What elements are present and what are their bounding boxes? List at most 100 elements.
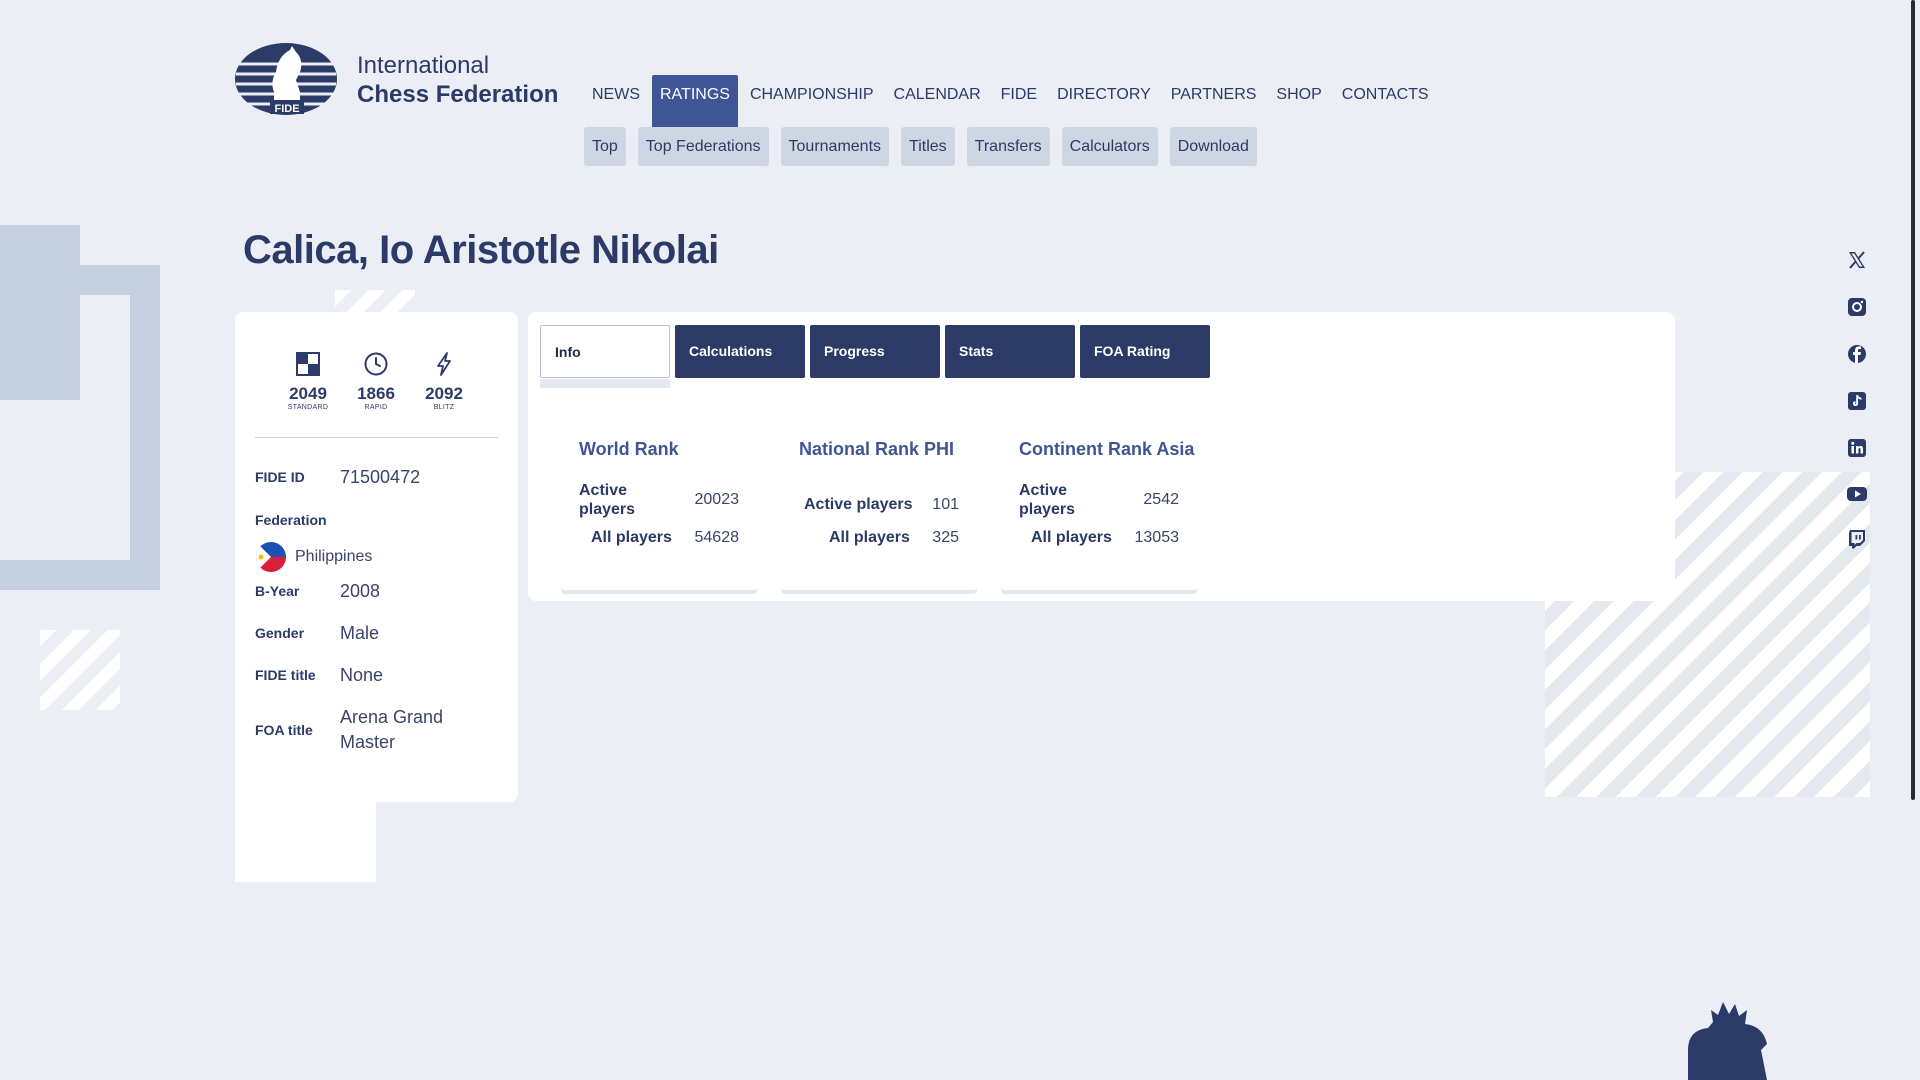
tab-foa-rating[interactable]: FOA Rating — [1080, 325, 1210, 378]
nav-partners[interactable]: PARTNERS — [1163, 75, 1265, 127]
fide-id-row: FIDE ID 71500472 — [255, 462, 420, 492]
x-icon[interactable] — [1846, 249, 1868, 271]
lightning-icon — [437, 352, 451, 376]
continent-all-value: 13053 — [1134, 529, 1180, 546]
twitch-icon[interactable] — [1846, 528, 1868, 550]
scrollbar-thumb[interactable] — [1911, 0, 1915, 800]
fide-title-label: FIDE title — [255, 667, 316, 683]
youtube-icon[interactable] — [1846, 483, 1868, 505]
profile-card: 2049 STANDARD 1866 RAPID 2092 BLITZ FIDE… — [235, 312, 518, 802]
clock-icon — [364, 352, 388, 376]
instagram-icon[interactable] — [1846, 296, 1868, 318]
subnav-titles[interactable]: Titles — [901, 127, 955, 166]
gender-row: Gender Male — [255, 618, 379, 648]
continent-rank-active-row: Active players 2542 — [1019, 481, 1179, 519]
rapid-rating-label: RAPID — [364, 404, 388, 411]
national-active-label: Active players — [804, 496, 913, 513]
world-active-value: 20023 — [694, 491, 740, 508]
fide-logo-icon: FIDE — [235, 43, 337, 115]
main-nav: NEWS RATINGS CHAMPIONSHIP CALENDAR FIDE … — [584, 75, 1437, 127]
federation-value: Philippines — [295, 548, 373, 565]
nav-news[interactable]: NEWS — [584, 75, 648, 127]
world-all-label: All players — [591, 529, 672, 546]
byear-label: B-Year — [255, 583, 300, 599]
world-all-value: 54628 — [694, 529, 740, 546]
nav-shop[interactable]: SHOP — [1268, 75, 1329, 127]
fide-id-value: 71500472 — [340, 466, 421, 487]
national-active-value: 101 — [932, 496, 959, 513]
world-active-label: Active players — [579, 482, 636, 518]
page-scrollbar[interactable] — [1906, 0, 1920, 1080]
byear-row: B-Year 2008 — [255, 576, 380, 606]
world-rank-all-row: All players 54628 — [591, 529, 739, 547]
decor-hatch-small — [40, 630, 120, 710]
nav-contacts[interactable]: CONTACTS — [1334, 75, 1437, 127]
details-panel: Info Calculations Progress Stats FOA Rat… — [528, 312, 1675, 601]
nav-fide[interactable]: FIDE — [993, 75, 1045, 127]
byear-value: 2008 — [340, 580, 381, 601]
tab-underline — [540, 379, 670, 388]
tab-progress[interactable]: Progress — [810, 325, 940, 378]
linkedin-icon[interactable] — [1846, 437, 1868, 459]
tiktok-icon[interactable] — [1846, 390, 1868, 412]
fide-title-value: None — [340, 664, 384, 685]
gender-value: Male — [340, 622, 380, 643]
continent-rank-all-row: All players 13053 — [1031, 529, 1179, 547]
foa-title-label: FOA title — [255, 722, 313, 738]
rating-blitz: 2092 BLITZ — [412, 352, 476, 411]
sub-nav: Top Top Federations Tournaments Titles T… — [584, 127, 1257, 166]
nav-calendar[interactable]: CALENDAR — [886, 75, 989, 127]
decor-frame — [0, 265, 160, 590]
continent-rank-box: Continent Rank Asia Active players 2542 … — [999, 439, 1199, 590]
subnav-download[interactable]: Download — [1169, 127, 1257, 166]
decor-hatch-top — [335, 290, 415, 312]
subnav-top[interactable]: Top — [584, 127, 626, 166]
blitz-rating-label: BLITZ — [433, 404, 455, 411]
world-rank-title: World Rank — [579, 439, 679, 459]
nav-ratings[interactable]: RATINGS — [652, 75, 738, 127]
subnav-calculators[interactable]: Calculators — [1061, 127, 1158, 166]
federation-row: Philippines — [255, 540, 372, 574]
king-piece-icon — [1683, 1000, 1773, 1080]
national-rank-box: National Rank PHI Active players 101 All… — [779, 439, 979, 590]
page-title: Calica, Io Aristotle Nikolai — [243, 228, 719, 272]
national-all-value: 325 — [932, 529, 959, 546]
logo-line-2: Chess Federation — [357, 81, 559, 108]
federation-label: Federation — [255, 512, 327, 528]
svg-text:FIDE: FIDE — [274, 103, 299, 115]
subnav-transfers[interactable]: Transfers — [966, 127, 1050, 166]
card-divider — [255, 437, 498, 438]
rating-standard: 2049 STANDARD — [276, 352, 340, 411]
subnav-tournaments[interactable]: Tournaments — [780, 127, 890, 166]
philippines-flag-icon — [256, 542, 286, 572]
facebook-icon[interactable] — [1846, 343, 1868, 365]
world-rank-box: World Rank Active players 20023 All play… — [559, 439, 759, 590]
nav-directory[interactable]: DIRECTORY — [1049, 75, 1159, 127]
world-rank-active-row: Active players 20023 — [579, 481, 739, 519]
standard-rating-label: STANDARD — [287, 404, 329, 411]
logo-text[interactable]: International Chess Federation — [357, 51, 558, 109]
continent-all-label: All players — [1031, 529, 1112, 546]
logo-line-1: International — [357, 52, 490, 79]
national-rank-active-row: Active players 101 — [804, 496, 959, 514]
tab-stats[interactable]: Stats — [945, 325, 1075, 378]
standard-rating-value: 2049 — [289, 384, 327, 403]
fide-logo[interactable]: FIDE — [234, 42, 338, 116]
tabs: Info Calculations Progress Stats FOA Rat… — [540, 325, 1210, 378]
national-rank-title: National Rank PHI — [799, 439, 955, 459]
federation-label-row: Federation — [255, 505, 327, 535]
rating-rapid: 1866 RAPID — [344, 352, 408, 411]
nav-championship[interactable]: CHAMPIONSHIP — [742, 75, 882, 127]
tab-info[interactable]: Info — [540, 325, 670, 378]
foa-title-value: Arena Grand Master — [340, 707, 444, 752]
fide-id-label: FIDE ID — [255, 469, 305, 485]
continent-active-value: 2542 — [1143, 491, 1179, 508]
ratings-summary: 2049 STANDARD 1866 RAPID 2092 BLITZ — [276, 352, 476, 411]
fide-title-row: FIDE title None — [255, 660, 383, 690]
subnav-top-federations[interactable]: Top Federations — [637, 127, 769, 166]
continent-active-label: Active players — [1019, 482, 1076, 518]
national-all-label: All players — [829, 529, 910, 546]
gender-label: Gender — [255, 625, 305, 641]
blitz-rating-value: 2092 — [425, 384, 463, 403]
tab-calculations[interactable]: Calculations — [675, 325, 805, 378]
